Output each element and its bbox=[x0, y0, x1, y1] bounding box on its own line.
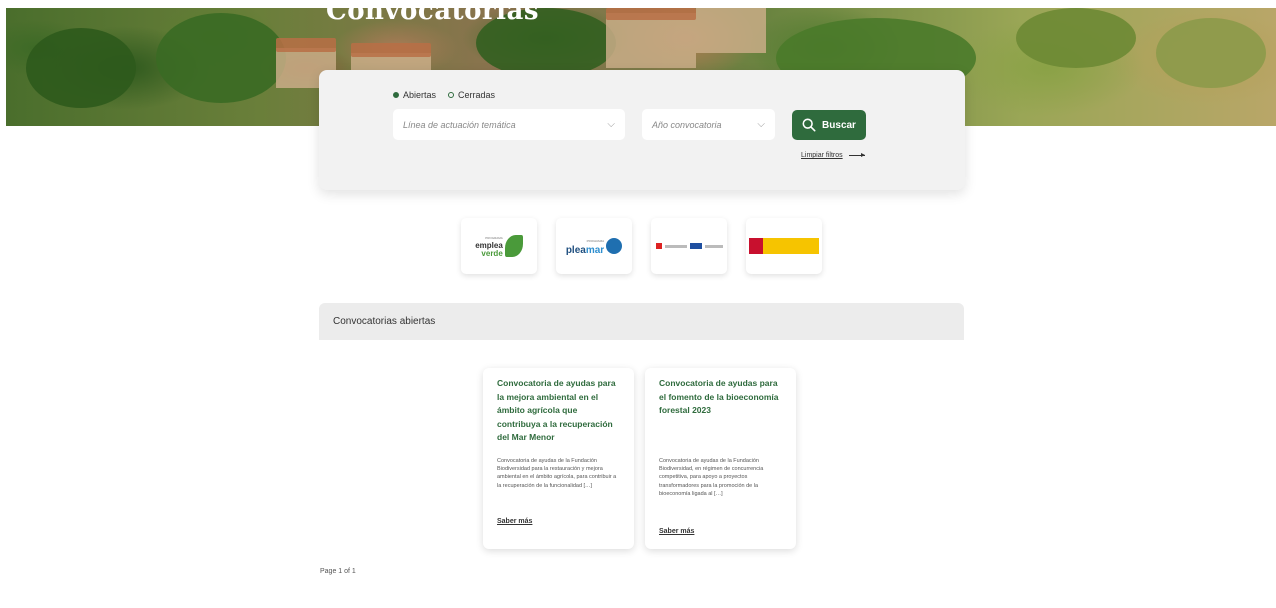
search-button[interactable]: Buscar bbox=[792, 110, 866, 140]
logo-mark bbox=[704, 244, 723, 248]
spain-government-logo[interactable] bbox=[746, 218, 822, 274]
year-select[interactable]: Año convocatoria ⌵ bbox=[642, 109, 775, 140]
roof-shape bbox=[276, 38, 336, 52]
clear-filters-link[interactable]: Limpiar filtros bbox=[801, 152, 865, 159]
radio-closed-label: Cerradas bbox=[458, 90, 496, 100]
logo-word-part: plea bbox=[565, 245, 586, 256]
pleamar-logo[interactable]: PROGRAMA pleamar bbox=[556, 218, 632, 274]
tree-shape bbox=[156, 13, 286, 103]
logo-mark bbox=[655, 243, 662, 249]
funding-logos-strip[interactable] bbox=[651, 218, 727, 274]
tree-shape bbox=[1156, 18, 1266, 88]
search-filter-panel: Abiertas Cerradas Línea de actuación tem… bbox=[319, 70, 965, 190]
ministry-banner-icon bbox=[763, 238, 819, 254]
arrow-right-icon bbox=[848, 153, 865, 157]
roof-shape bbox=[351, 43, 431, 57]
tree-shape bbox=[26, 28, 136, 108]
status-radio-group: Abiertas Cerradas bbox=[393, 90, 495, 100]
roof-shape bbox=[606, 8, 696, 20]
chevron-down-icon: ⌵ bbox=[757, 119, 765, 130]
call-card[interactable]: Convocatoria de ayudas para el fomento d… bbox=[645, 368, 796, 549]
chevron-down-icon: ⌵ bbox=[607, 119, 615, 130]
call-card[interactable]: Convocatoria de ayudas para la mejora am… bbox=[483, 368, 634, 549]
clear-filters-label: Limpiar filtros bbox=[801, 152, 843, 159]
tree-shape bbox=[1016, 8, 1136, 68]
wave-icon bbox=[606, 238, 623, 254]
radio-selected-icon bbox=[393, 92, 399, 98]
section-title: Convocatorias abiertas bbox=[333, 316, 436, 327]
thematic-line-placeholder: Línea de actuación temática bbox=[403, 119, 516, 130]
read-more-link[interactable]: Saber más bbox=[659, 528, 694, 535]
radio-open[interactable]: Abiertas bbox=[393, 90, 436, 100]
section-header: Convocatorias abiertas bbox=[319, 303, 964, 340]
logo-word-part: mar bbox=[585, 245, 605, 256]
emplea-verde-logo[interactable]: PROGRAMA emplea verde bbox=[461, 218, 537, 274]
search-button-label: Buscar bbox=[822, 119, 856, 131]
page-title: Convocatorias bbox=[326, 8, 539, 26]
card-excerpt: Convocatoria de ayudas de la Fundación B… bbox=[659, 458, 764, 497]
read-more-link[interactable]: Saber más bbox=[497, 518, 532, 525]
house-shape bbox=[606, 13, 696, 68]
radio-open-label: Abiertas bbox=[403, 90, 437, 100]
search-icon bbox=[802, 118, 816, 132]
pagination-text: Page 1 of 1 bbox=[320, 568, 356, 575]
card-excerpt: Convocatoria de ayudas de la Fundación B… bbox=[497, 458, 617, 489]
year-placeholder: Año convocatoria bbox=[652, 119, 722, 130]
card-title[interactable]: Convocatoria de ayudas para el fomento d… bbox=[659, 377, 782, 457]
card-title[interactable]: Convocatoria de ayudas para la mejora am… bbox=[497, 377, 620, 457]
eu-flag-icon bbox=[689, 243, 702, 249]
radio-closed[interactable]: Cerradas bbox=[448, 90, 495, 100]
logo-word: pleamar bbox=[565, 245, 605, 256]
spain-flag-icon bbox=[749, 238, 763, 254]
logo-mark bbox=[664, 244, 687, 248]
thematic-line-select[interactable]: Línea de actuación temática ⌵ bbox=[393, 109, 625, 140]
radio-unselected-icon bbox=[448, 92, 455, 98]
house-shape bbox=[696, 8, 766, 53]
logo-word: verde bbox=[481, 249, 503, 258]
leaf-icon bbox=[504, 235, 523, 257]
